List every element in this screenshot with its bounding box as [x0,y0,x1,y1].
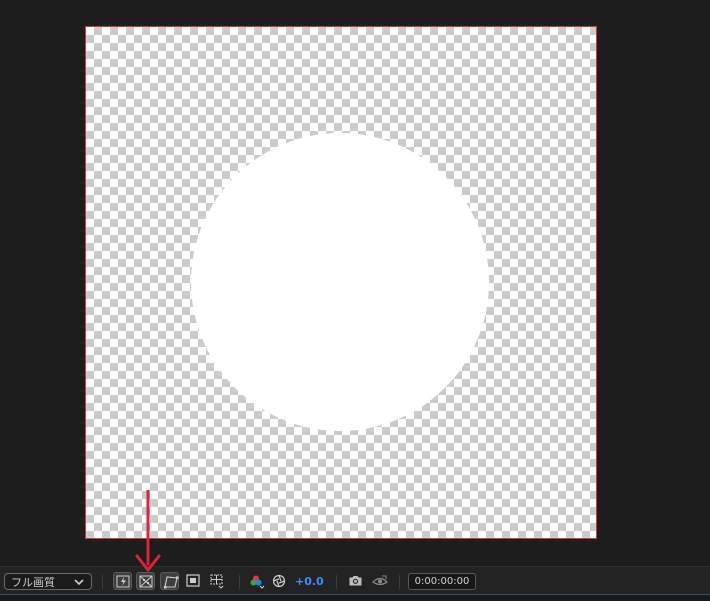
toolbar-separator [336,575,337,589]
color-channels-button[interactable] [247,572,266,590]
composition-viewer [0,0,710,566]
reset-exposure-button[interactable] [270,572,289,590]
region-of-interest-button[interactable] [184,572,203,590]
fast-preview-button[interactable] [113,572,132,590]
fast-preview-icon [116,575,130,588]
snapshot-camera-icon [349,576,362,586]
toolbar-separator [239,575,240,589]
current-time-display[interactable]: 0:00:00:00 [408,573,476,590]
resolution-dropdown-label: フル画質 [11,576,55,589]
reset-exposure-icon [272,574,286,588]
mask-path-button[interactable] [160,572,179,590]
color-channels-icon [250,575,265,589]
chevron-down-icon [74,579,84,586]
show-snapshot-button[interactable] [370,572,389,590]
safe-margins-button[interactable] [207,572,226,590]
resolution-dropdown[interactable]: フル画質 [4,573,92,590]
circle-shape-layer[interactable] [191,133,489,431]
viewer-toolbar: フル画質 +0.0 0:00:00:00 [0,566,710,595]
red-arrow-annotation-icon [135,490,161,572]
exposure-value[interactable]: +0.0 [295,574,324,589]
region-of-interest-icon [186,574,200,587]
toolbar-separator [399,575,400,589]
timecode-text: 0:00:00:00 [414,576,470,587]
take-snapshot-button[interactable] [346,572,365,590]
transparency-grid-icon [139,575,153,588]
safe-margins-icon [210,574,224,589]
mask-path-icon [164,576,179,589]
composition-canvas[interactable] [86,27,596,538]
show-snapshot-icon [372,575,388,586]
toolbar-separator [102,575,103,589]
